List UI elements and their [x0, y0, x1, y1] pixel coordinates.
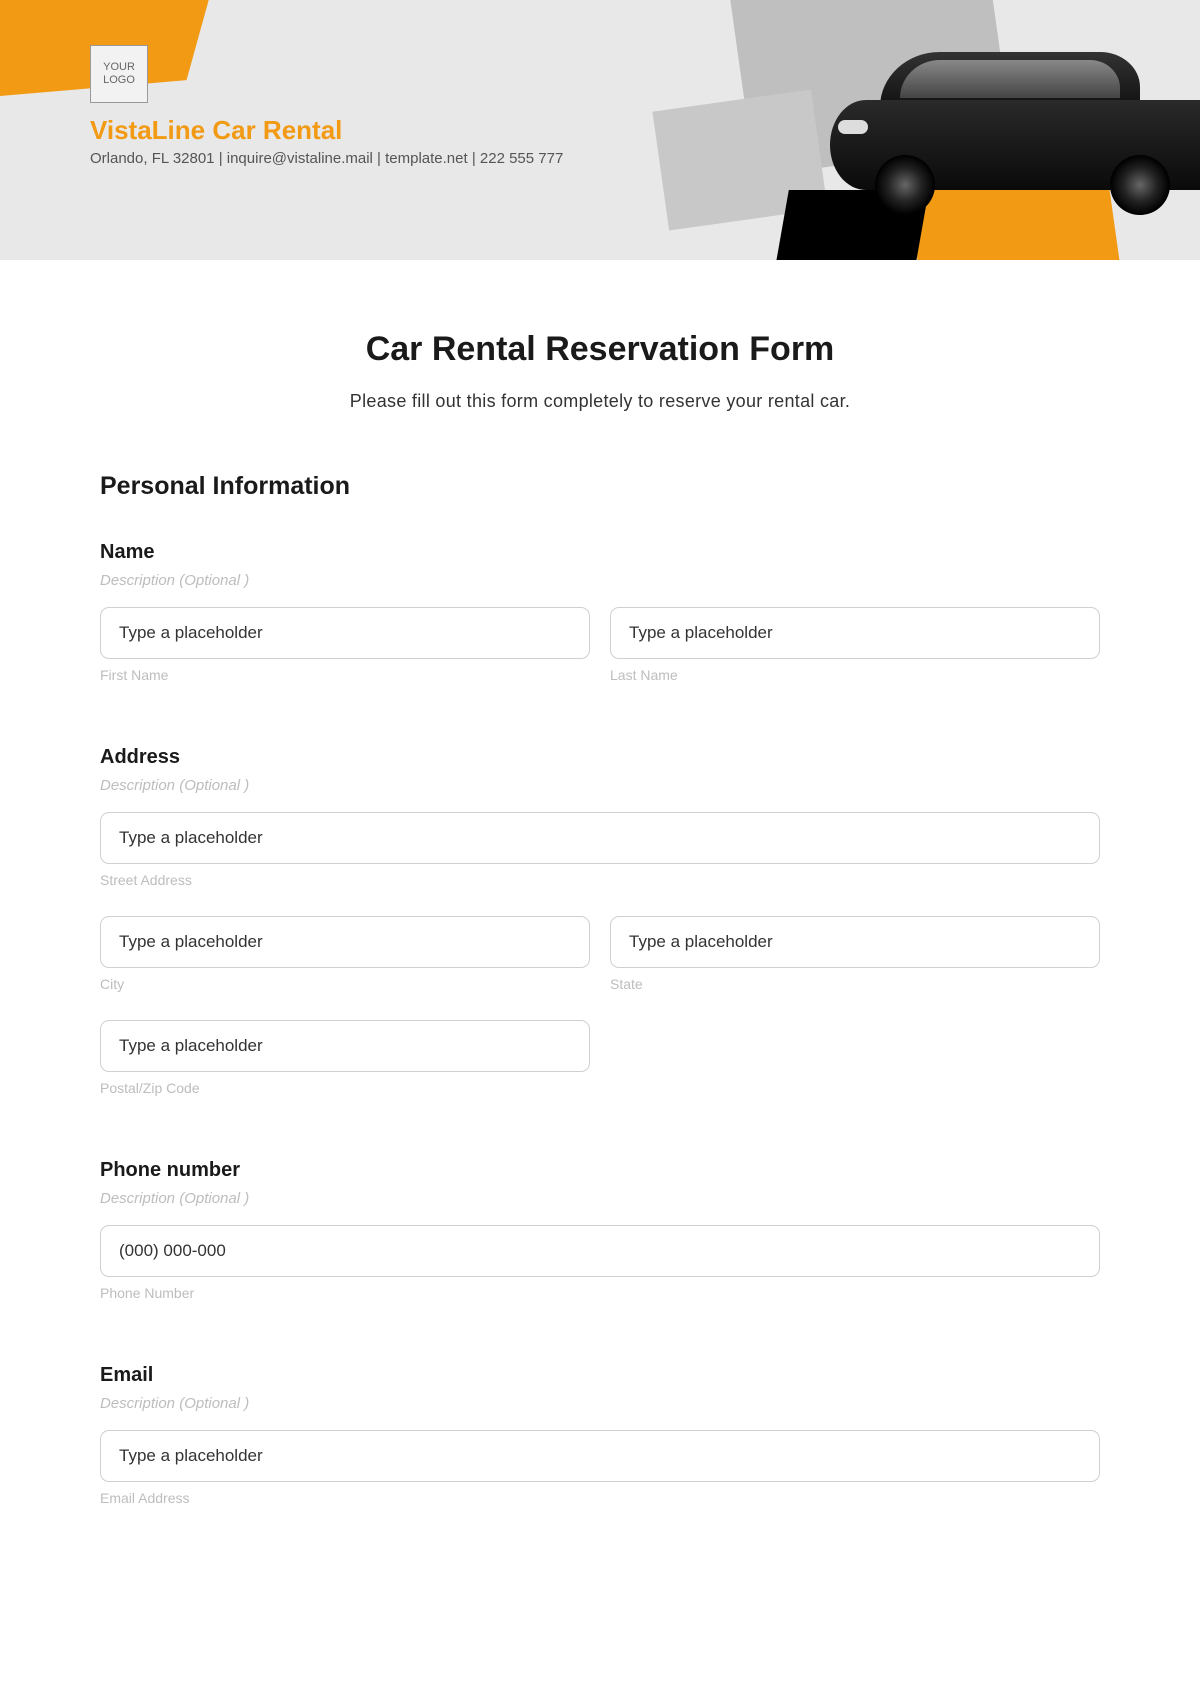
email-description: Description (Optional ): [100, 1395, 1100, 1412]
company-name: VistaLine Car Rental: [90, 115, 342, 146]
section-personal-info: Personal Information: [100, 472, 1100, 501]
street-sublabel: Street Address: [100, 872, 1100, 888]
form-title: Car Rental Reservation Form: [100, 330, 1100, 369]
address-description: Description (Optional ): [100, 777, 1100, 794]
car-illustration: [820, 40, 1200, 220]
logo-placeholder: YOUR LOGO: [90, 45, 148, 103]
state-sublabel: State: [610, 976, 1100, 992]
name-label: Name: [100, 541, 1100, 564]
postal-code-input[interactable]: [100, 1020, 590, 1072]
address-label: Address: [100, 746, 1100, 769]
field-group-email: Email Description (Optional ) Email Addr…: [100, 1364, 1100, 1524]
city-sublabel: City: [100, 976, 590, 992]
form-content: Car Rental Reservation Form Please fill …: [0, 260, 1200, 1609]
postal-sublabel: Postal/Zip Code: [100, 1080, 590, 1096]
city-input[interactable]: [100, 916, 590, 968]
field-group-phone: Phone number Description (Optional ) Pho…: [100, 1159, 1100, 1319]
first-name-sublabel: First Name: [100, 667, 590, 683]
last-name-input[interactable]: [610, 607, 1100, 659]
email-label: Email: [100, 1364, 1100, 1387]
field-group-address: Address Description (Optional ) Street A…: [100, 746, 1100, 1114]
email-sublabel: Email Address: [100, 1490, 1100, 1506]
form-subtitle: Please fill out this form completely to …: [100, 391, 1100, 412]
email-input[interactable]: [100, 1430, 1100, 1482]
company-info: Orlando, FL 32801 | inquire@vistaline.ma…: [90, 150, 563, 167]
first-name-input[interactable]: [100, 607, 590, 659]
phone-sublabel: Phone Number: [100, 1285, 1100, 1301]
state-input[interactable]: [610, 916, 1100, 968]
page-header: YOUR LOGO VistaLine Car Rental Orlando, …: [0, 0, 1200, 260]
phone-input[interactable]: [100, 1225, 1100, 1277]
phone-label: Phone number: [100, 1159, 1100, 1182]
last-name-sublabel: Last Name: [610, 667, 1100, 683]
field-group-name: Name Description (Optional ) First Name …: [100, 541, 1100, 701]
name-description: Description (Optional ): [100, 572, 1100, 589]
street-address-input[interactable]: [100, 812, 1100, 864]
phone-description: Description (Optional ): [100, 1190, 1100, 1207]
